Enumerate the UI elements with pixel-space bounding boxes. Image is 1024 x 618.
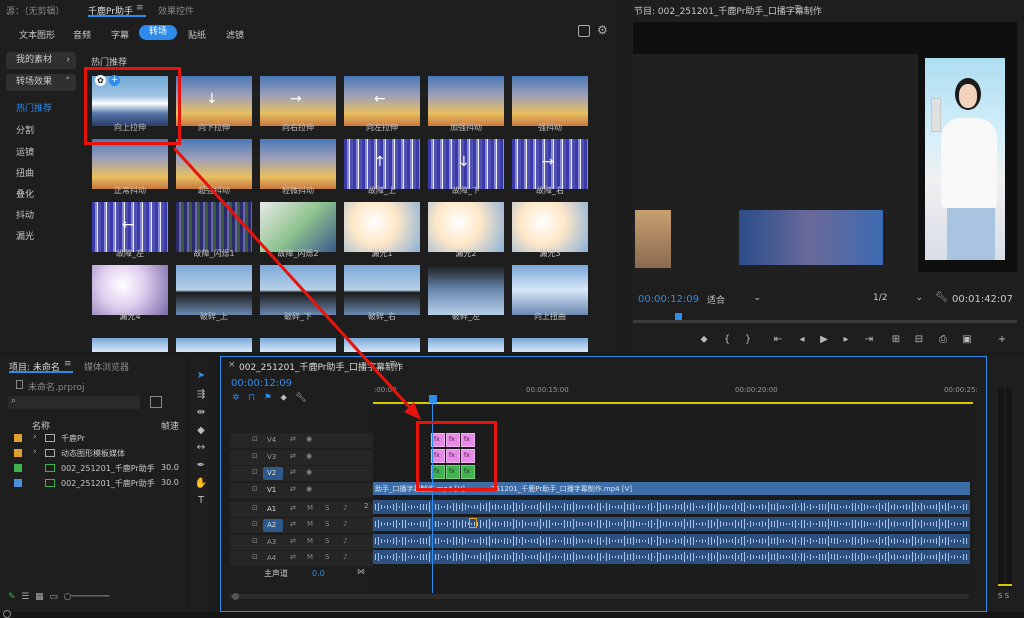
status-icon [3,610,11,618]
status-bar [0,612,1024,618]
red-arrow-line [172,146,414,412]
red-arrow [172,146,421,420]
